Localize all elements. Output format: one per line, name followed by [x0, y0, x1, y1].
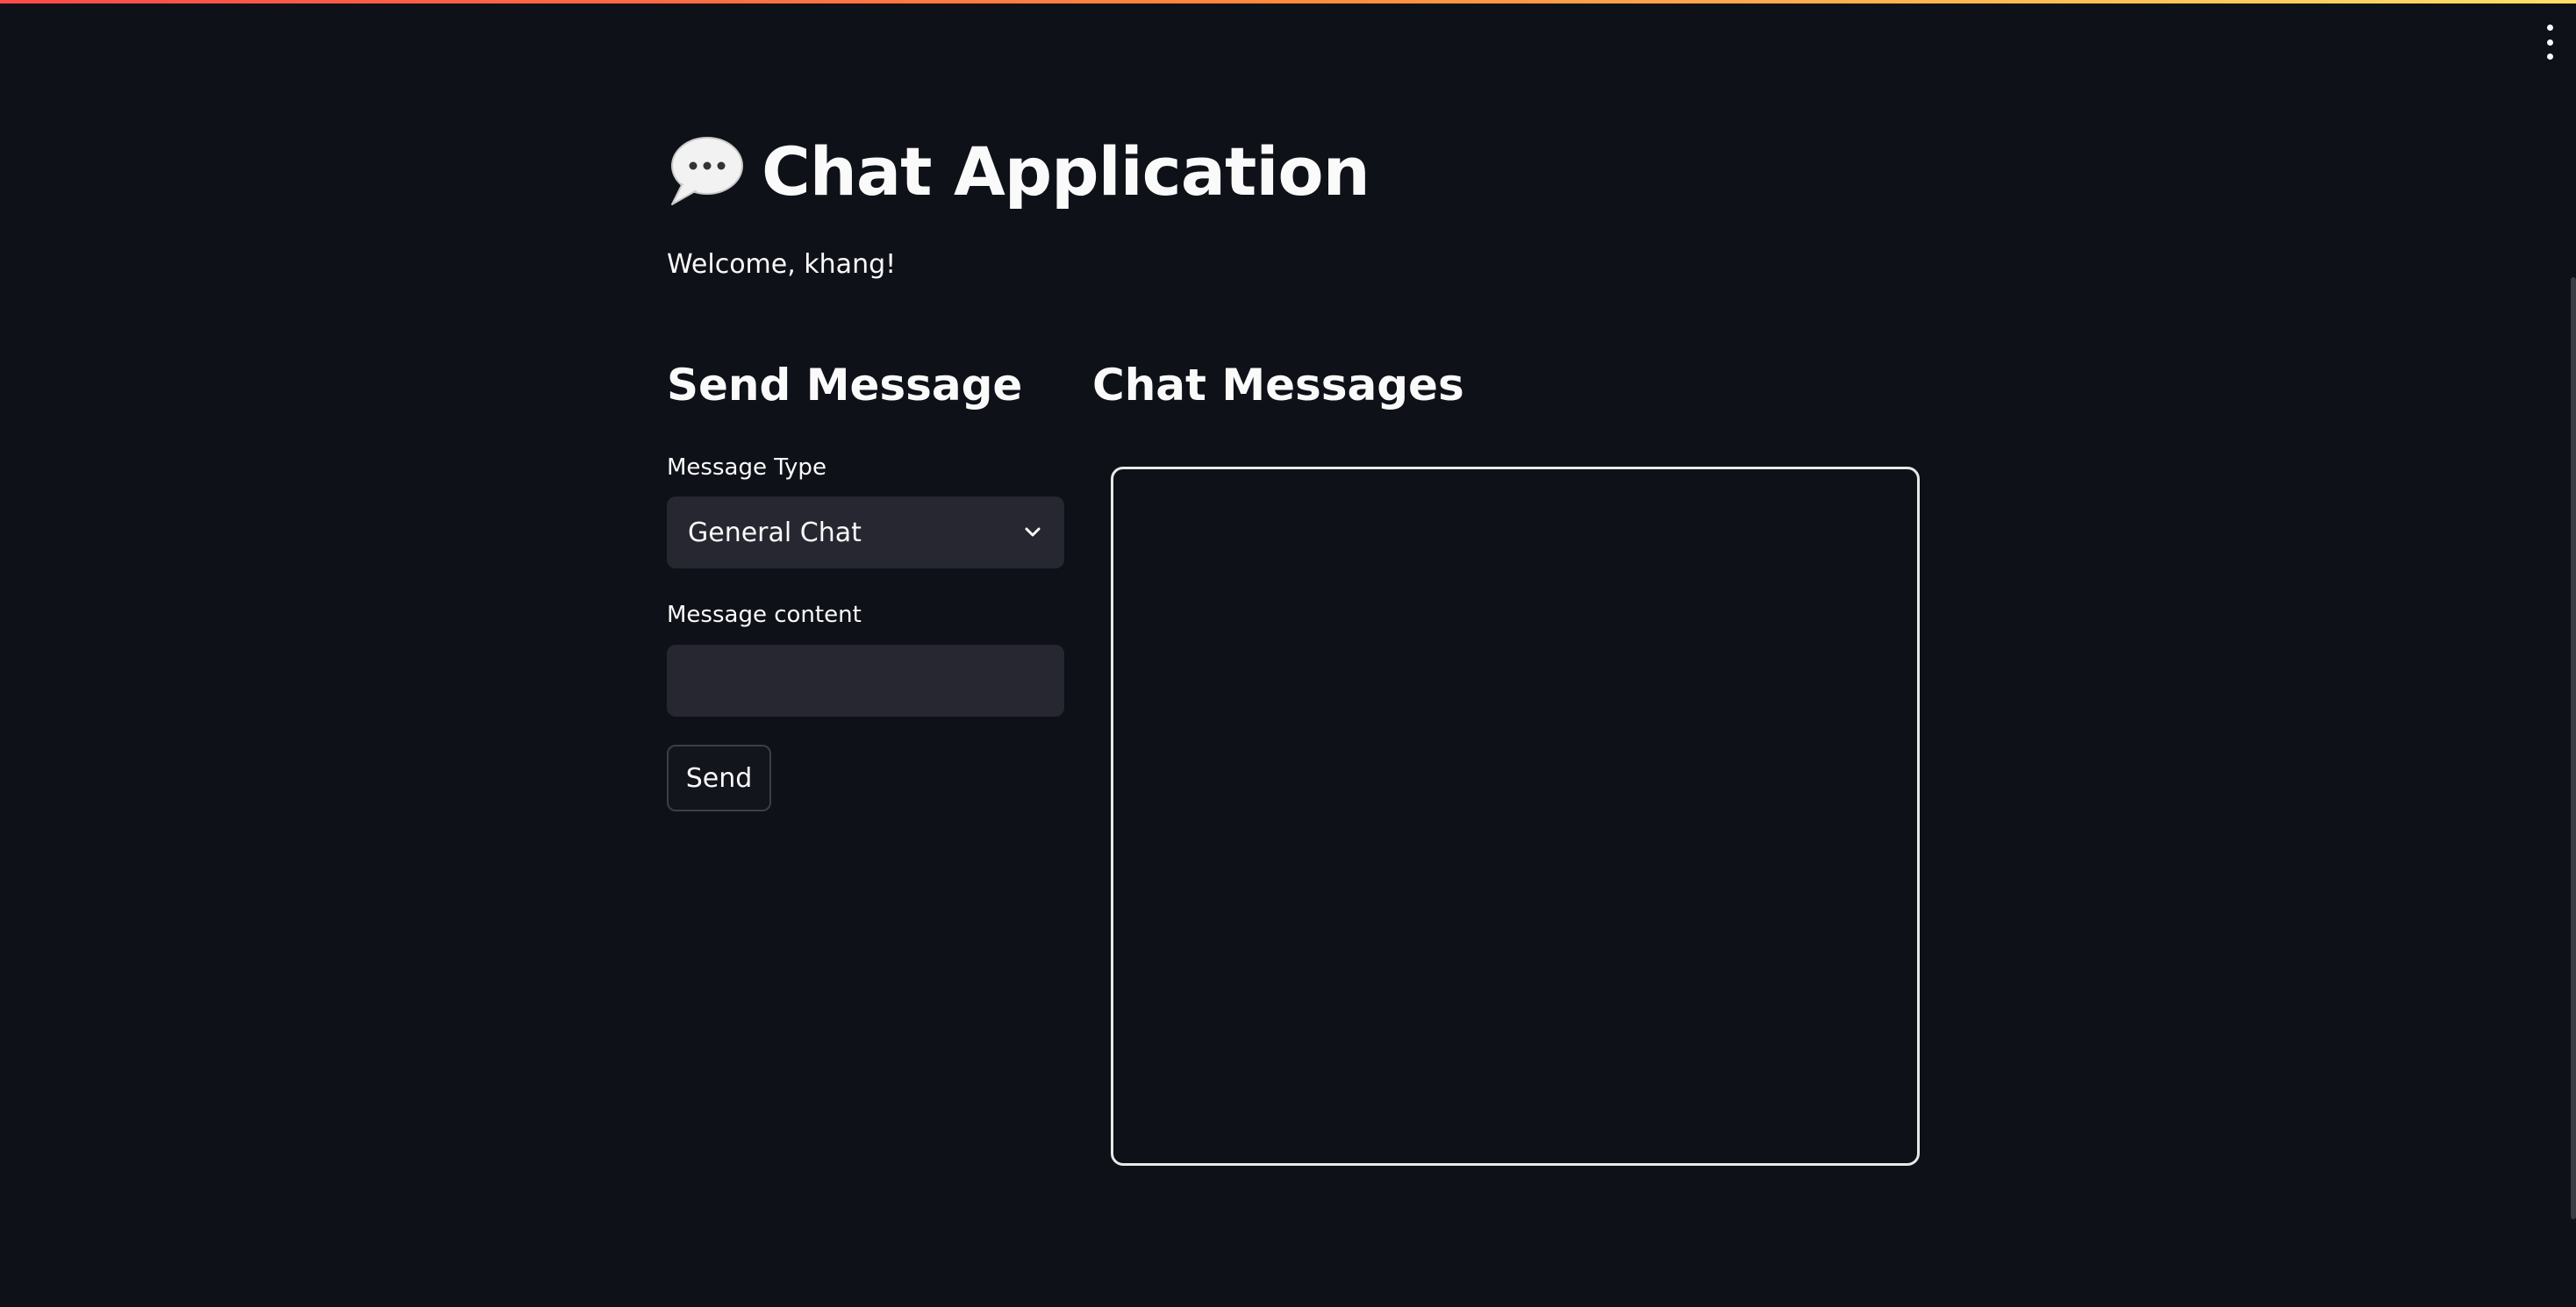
- chat-messages-container[interactable]: [1111, 467, 1920, 1166]
- welcome-message: Welcome, khang!: [667, 249, 897, 280]
- page-title-text: Chat Application: [762, 132, 1370, 211]
- top-decoration-bar: [0, 0, 2576, 4]
- speech-bubble-icon: [667, 132, 744, 210]
- message-content-label: Message content: [667, 602, 862, 628]
- page-title: Chat Application: [667, 123, 1370, 219]
- chat-messages-heading: Chat Messages: [1092, 360, 1464, 411]
- kebab-menu-icon: [2546, 25, 2553, 31]
- send-message-heading: Send Message: [667, 360, 1023, 411]
- kebab-menu-icon-dot: [2546, 54, 2553, 60]
- message-type-select[interactable]: General Chat: [667, 496, 1064, 568]
- kebab-menu-icon-dot: [2546, 39, 2553, 46]
- send-button[interactable]: Send: [667, 745, 771, 811]
- page-scrollbar[interactable]: [2571, 277, 2576, 1219]
- main-menu-button[interactable]: [2539, 25, 2560, 60]
- app-root: Chat Application Welcome, khang! Send Me…: [0, 0, 2576, 1307]
- message-type-label: Message Type: [667, 454, 826, 481]
- message-content-input[interactable]: [667, 645, 1064, 717]
- message-type-selected-value: General Chat: [688, 517, 862, 548]
- chevron-down-icon: [1025, 527, 1041, 537]
